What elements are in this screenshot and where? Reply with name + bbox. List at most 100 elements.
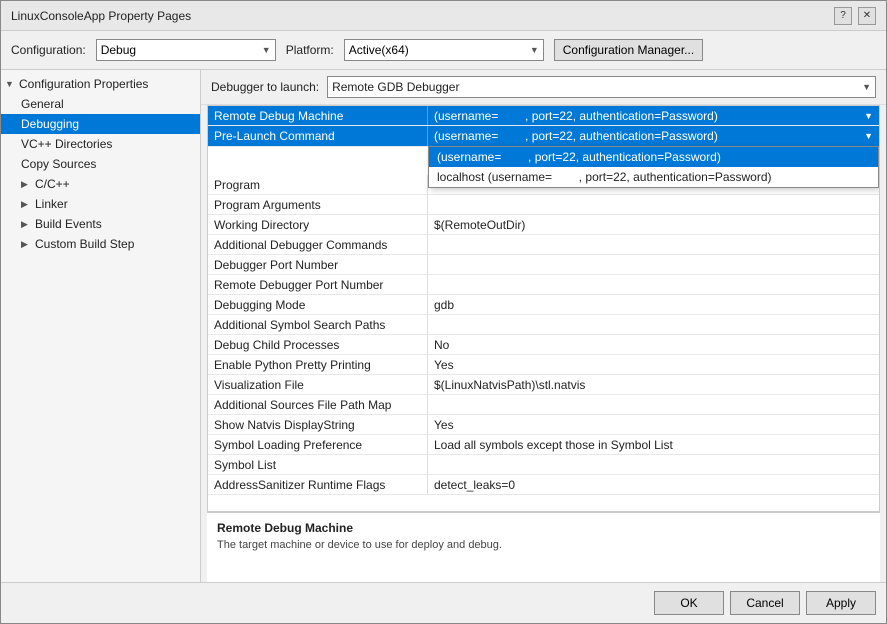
prop-name-debug-child: Debug Child Processes [208, 335, 428, 354]
prop-row-add-debugger-cmds[interactable]: Additional Debugger Commands [208, 235, 879, 255]
prop-dropdown-arrow-pre-launch[interactable]: ▼ [864, 131, 873, 141]
prop-row-add-sources-file[interactable]: Additional Sources File Path Map [208, 395, 879, 415]
prop-row-remote-debug-machine[interactable]: Remote Debug Machine (username= , port=2… [208, 106, 879, 126]
prop-row-symbol-list[interactable]: Symbol List [208, 455, 879, 475]
apply-button[interactable]: Apply [806, 591, 876, 615]
prop-name-program: Program [208, 175, 428, 194]
dropdown-option-localhost[interactable]: localhost (username= , port=22, authenti… [429, 167, 878, 187]
close-button[interactable]: ✕ [858, 7, 876, 25]
prop-name-visualization-file: Visualization File [208, 375, 428, 394]
prop-row-program-args[interactable]: Program Arguments [208, 195, 879, 215]
sidebar-item-debugging[interactable]: Debugging [1, 114, 200, 134]
debugger-dropdown-arrow: ▼ [862, 82, 871, 92]
prop-name-debugging-mode: Debugging Mode [208, 295, 428, 314]
config-dropdown-arrow: ▼ [262, 45, 271, 55]
prop-value-debugger-port [428, 255, 879, 274]
property-pages-window: LinuxConsoleApp Property Pages ? ✕ Confi… [0, 0, 887, 624]
prop-name-add-sources-file: Additional Sources File Path Map [208, 395, 428, 414]
prop-value-working-dir: $(RemoteOutDir) [428, 215, 879, 234]
sidebar-item-label-build-events: Build Events [35, 217, 102, 231]
prop-name-add-debugger-cmds: Additional Debugger Commands [208, 235, 428, 254]
expand-icon-build-events: ▶ [21, 219, 31, 230]
right-panel: Debugger to launch: Remote GDB Debugger … [201, 70, 886, 582]
debugger-dropdown[interactable]: Remote GDB Debugger ▼ [327, 76, 876, 98]
expand-icon-cpp: ▶ [21, 179, 31, 190]
platform-value: Active(x64) [349, 43, 409, 57]
expand-icon-custom-build: ▶ [21, 239, 31, 250]
dropdown-option-username[interactable]: (username= , port=22, authentication=Pas… [429, 147, 878, 167]
prop-row-visualization-file[interactable]: Visualization File $(LinuxNatvisPath)\st… [208, 375, 879, 395]
prop-row-symbol-loading[interactable]: Symbol Loading Preference Load all symbo… [208, 435, 879, 455]
prop-name-enable-python: Enable Python Pretty Printing [208, 355, 428, 374]
prop-value-add-symbol-search [428, 315, 879, 334]
sidebar-item-label-vcpp: VC++ Directories [21, 137, 112, 151]
prop-name-symbol-list: Symbol List [208, 455, 428, 474]
platform-dropdown[interactable]: Active(x64) ▼ [344, 39, 544, 61]
sidebar-item-label-cpp: C/C++ [35, 177, 70, 191]
debugger-launch-label: Debugger to launch: [211, 80, 319, 94]
prop-name-program-args: Program Arguments [208, 195, 428, 214]
prop-value-add-debugger-cmds [428, 235, 879, 254]
prop-row-add-symbol-search[interactable]: Additional Symbol Search Paths [208, 315, 879, 335]
prop-name-working-dir: Working Directory [208, 215, 428, 234]
ok-button[interactable]: OK [654, 591, 724, 615]
prop-name-pre-launch: Pre-Launch Command [208, 126, 428, 146]
expand-icon-config: ▼ [5, 79, 15, 89]
sidebar-item-custom-build[interactable]: ▶ Custom Build Step [1, 234, 200, 254]
sidebar-item-general[interactable]: General [1, 94, 200, 114]
config-value: Debug [101, 43, 136, 57]
cancel-button[interactable]: Cancel [730, 591, 800, 615]
sidebar-item-label-custom-build: Custom Build Step [35, 237, 134, 251]
prop-name-add-symbol-search: Additional Symbol Search Paths [208, 315, 428, 334]
expand-icon-linker: ▶ [21, 199, 31, 210]
prop-name-show-natvis: Show Natvis DisplayString [208, 415, 428, 434]
info-title: Remote Debug Machine [217, 521, 870, 535]
main-content: ▼ Configuration Properties General Debug… [1, 70, 886, 582]
prop-value-remote-debugger-port [428, 275, 879, 294]
sidebar-item-build-events[interactable]: ▶ Build Events [1, 214, 200, 234]
prop-row-enable-python[interactable]: Enable Python Pretty Printing Yes [208, 355, 879, 375]
sidebar-item-label-linker: Linker [35, 197, 68, 211]
config-dropdown[interactable]: Debug ▼ [96, 39, 276, 61]
config-manager-button[interactable]: Configuration Manager... [554, 39, 703, 61]
title-bar-controls: ? ✕ [834, 7, 876, 25]
debugger-row: Debugger to launch: Remote GDB Debugger … [201, 70, 886, 105]
prop-row-working-dir[interactable]: Working Directory $(RemoteOutDir) [208, 215, 879, 235]
prop-row-debugger-port[interactable]: Debugger Port Number [208, 255, 879, 275]
prop-value-symbol-loading: Load all symbols except those in Symbol … [428, 435, 879, 454]
prop-value-text-remote: (username= , port=22, authentication=Pas… [434, 109, 718, 123]
prop-row-show-natvis[interactable]: Show Natvis DisplayString Yes [208, 415, 879, 435]
sidebar-item-label-config: Configuration Properties [19, 77, 148, 91]
sidebar-item-cpp[interactable]: ▶ C/C++ [1, 174, 200, 194]
bottom-bar: OK Cancel Apply [1, 582, 886, 623]
sidebar-item-copy-sources[interactable]: Copy Sources [1, 154, 200, 174]
sidebar-item-linker[interactable]: ▶ Linker [1, 194, 200, 214]
debugger-value: Remote GDB Debugger [332, 80, 459, 94]
help-button[interactable]: ? [834, 7, 852, 25]
properties-table: Remote Debug Machine (username= , port=2… [207, 105, 880, 512]
sidebar-item-vcpp[interactable]: VC++ Directories [1, 134, 200, 154]
prop-name-debugger-port: Debugger Port Number [208, 255, 428, 274]
prop-value-debug-child: No [428, 335, 879, 354]
sidebar-item-config-props[interactable]: ▼ Configuration Properties [1, 74, 200, 94]
sidebar-item-label-copy-sources: Copy Sources [21, 157, 96, 171]
prop-name-address-sanitizer: AddressSanitizer Runtime Flags [208, 475, 428, 494]
top-bar: Configuration: Debug ▼ Platform: Active(… [1, 31, 886, 70]
prop-row-pre-launch[interactable]: Pre-Launch Command (username= , port=22,… [208, 126, 879, 147]
prop-value-show-natvis: Yes [428, 415, 879, 434]
prop-row-debugging-mode[interactable]: Debugging Mode gdb [208, 295, 879, 315]
config-label: Configuration: [11, 43, 86, 57]
info-panel: Remote Debug Machine The target machine … [207, 512, 880, 582]
content-area: Configuration: Debug ▼ Platform: Active(… [1, 31, 886, 623]
prop-name-remote-debug-machine: Remote Debug Machine [208, 106, 428, 125]
prop-dropdown-btn-remote[interactable]: ▼ [864, 111, 873, 121]
prop-row-address-sanitizer[interactable]: AddressSanitizer Runtime Flags detect_le… [208, 475, 879, 495]
prop-value-symbol-list [428, 455, 879, 474]
platform-dropdown-arrow: ▼ [530, 45, 539, 55]
window-title: LinuxConsoleApp Property Pages [11, 9, 191, 23]
title-bar: LinuxConsoleApp Property Pages ? ✕ [1, 1, 886, 31]
prop-row-remote-debugger-port[interactable]: Remote Debugger Port Number [208, 275, 879, 295]
sidebar: ▼ Configuration Properties General Debug… [1, 70, 201, 582]
prop-row-debug-child[interactable]: Debug Child Processes No [208, 335, 879, 355]
prop-value-remote-debug-machine: (username= , port=22, authentication=Pas… [428, 106, 879, 125]
